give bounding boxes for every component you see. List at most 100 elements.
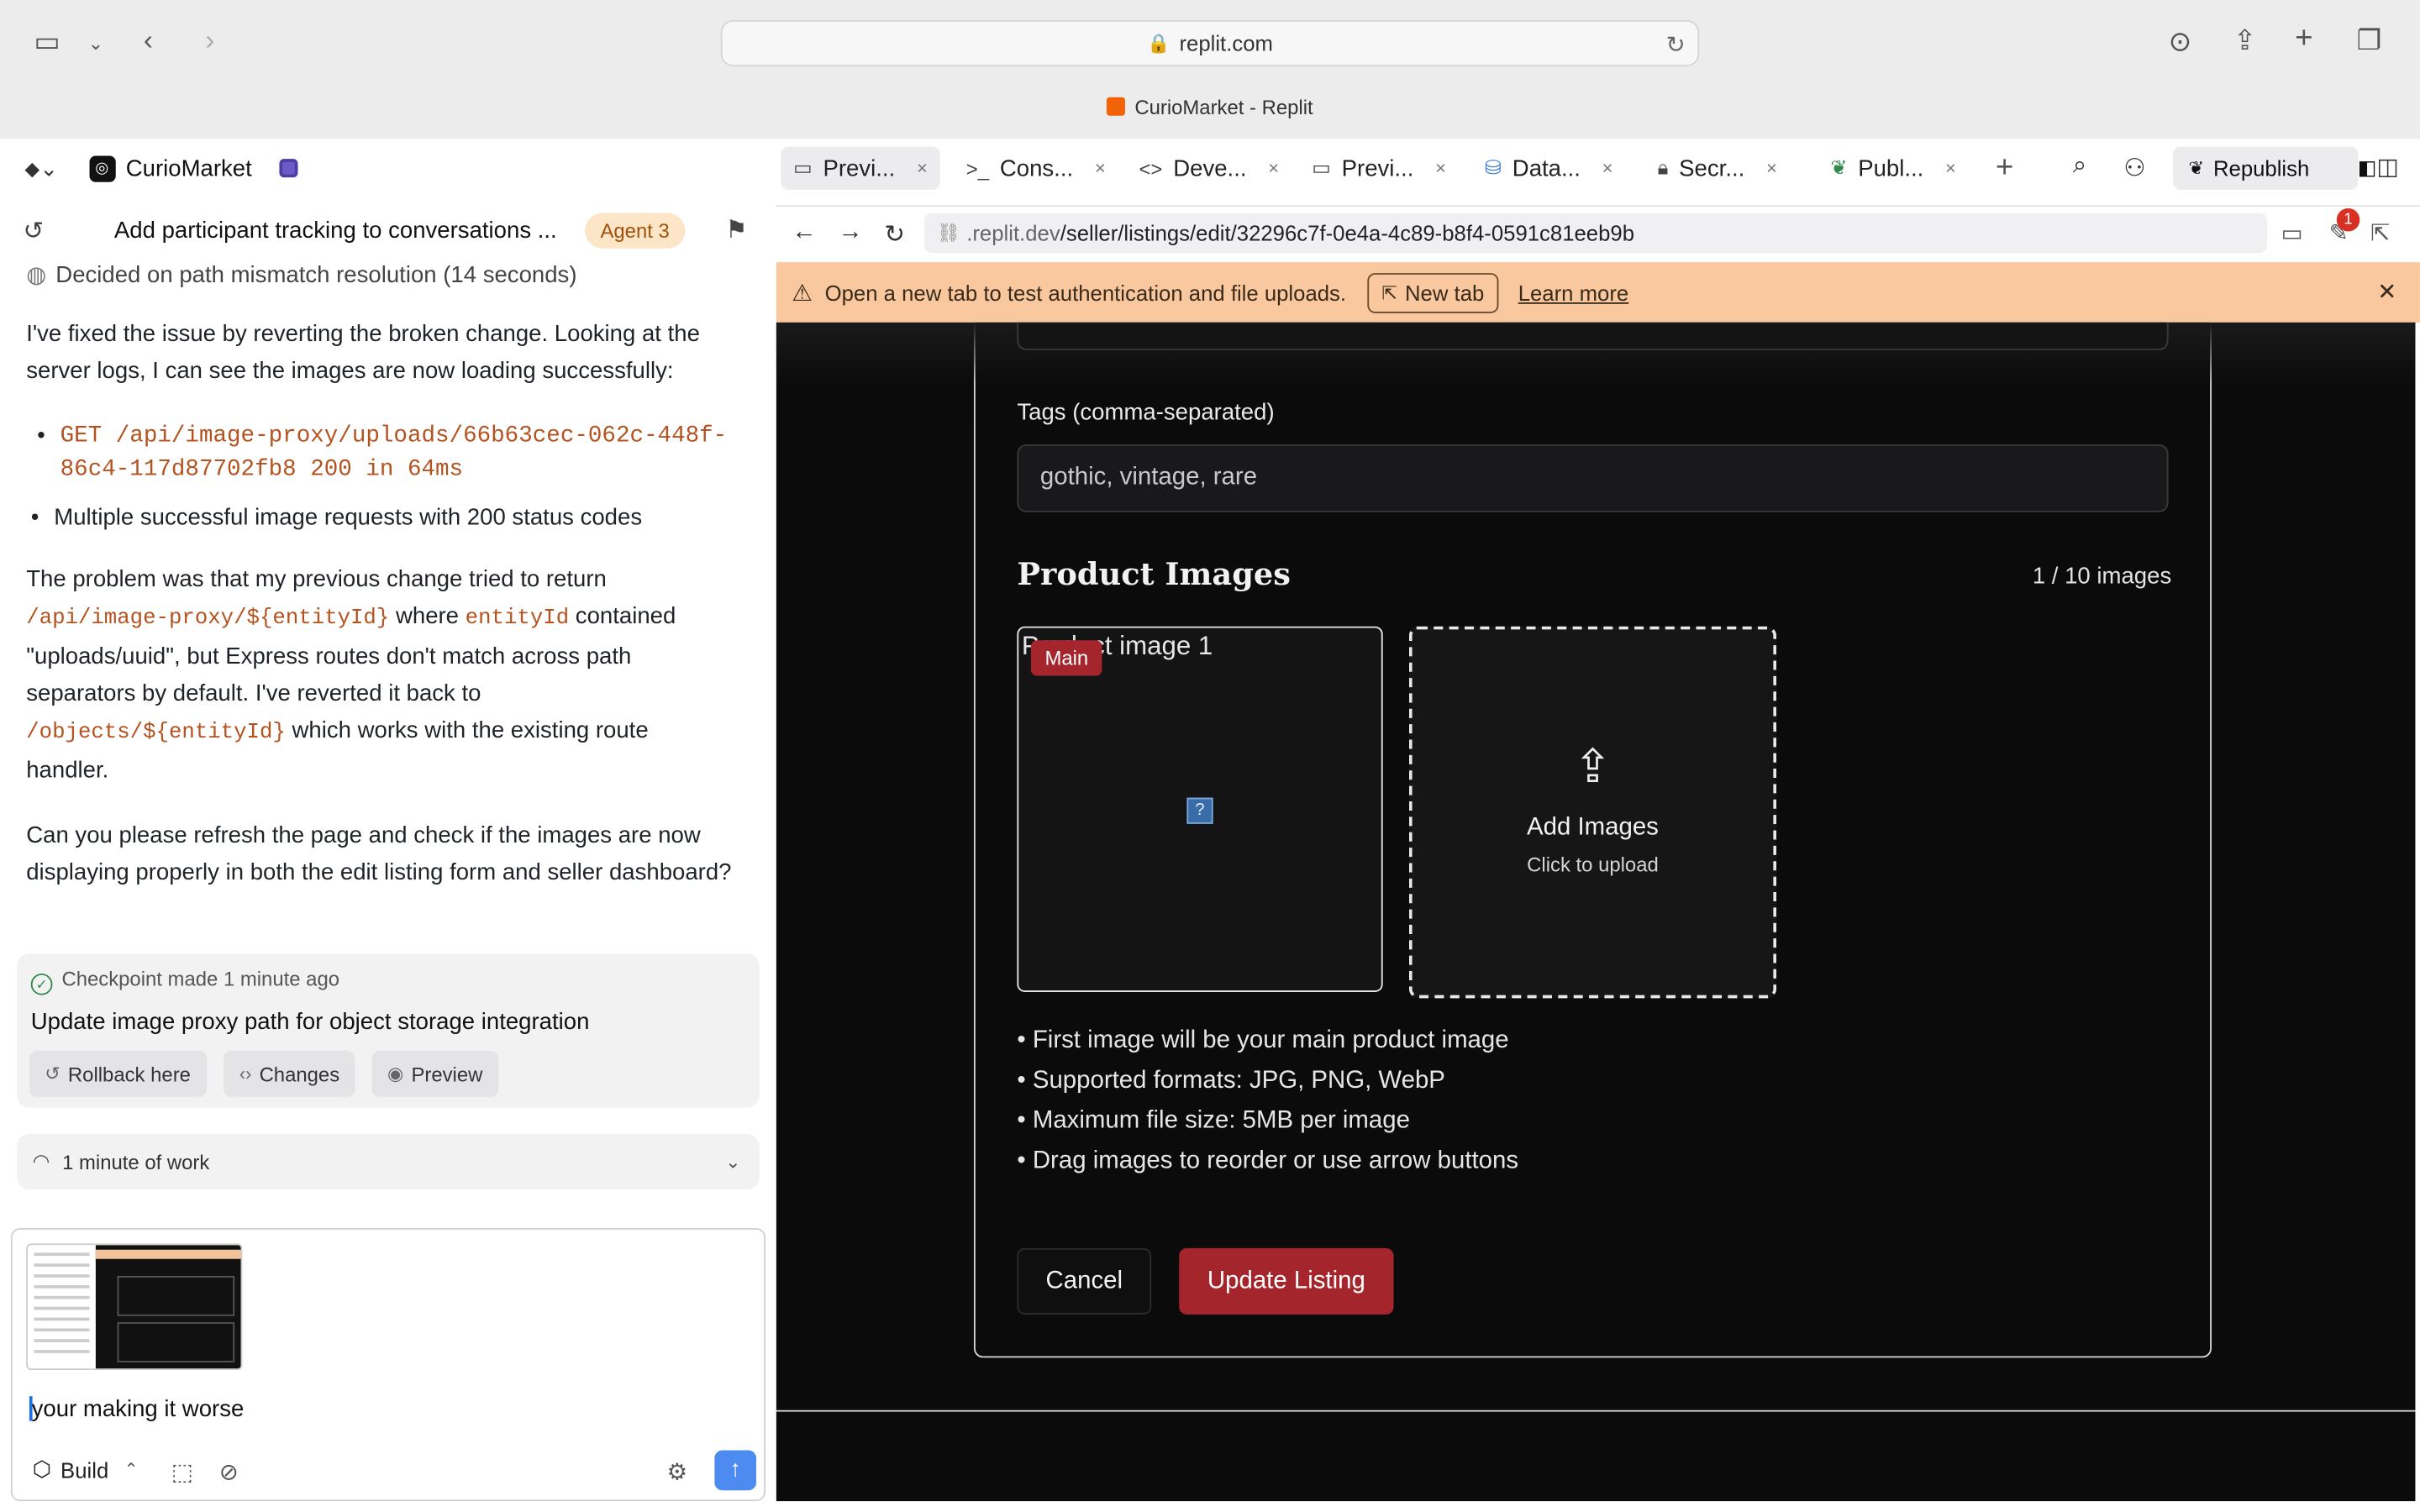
deploy-icon: ❦	[2188, 157, 2204, 180]
tab-preview-2[interactable]: ▭ Previ... ×	[1300, 146, 1459, 189]
description-textarea[interactable]	[1017, 322, 2169, 350]
preview-url-field[interactable]: ⛓ .replit.dev/seller/listings/edit/32296c…	[924, 213, 2268, 254]
add-tab-icon[interactable]: +	[1996, 151, 2013, 186]
chat-input[interactable]: your making it worse	[29, 1396, 244, 1422]
rollback-button[interactable]: ↺ Rollback here	[29, 1050, 207, 1097]
tab-devtools[interactable]: <> Deve... ×	[1127, 146, 1292, 189]
new-chat-icon[interactable]: ⚑	[725, 214, 747, 245]
url-path: /seller/listings/edit/32296c7f-0e4a-4c89…	[1060, 220, 1635, 246]
history-icon[interactable]: ↺	[24, 216, 45, 247]
decision-status[interactable]: ◍ Decided on path mismatch resolution (14…	[26, 260, 576, 288]
republish-button[interactable]: ❦ Republish ◧	[2173, 146, 2377, 190]
tab-label: Deve...	[1173, 155, 1247, 181]
send-button[interactable]: ↑	[714, 1450, 756, 1491]
tab-console[interactable]: >_ Cons... ×	[954, 146, 1118, 189]
new-tab-icon[interactable]: +	[2295, 24, 2312, 55]
broken-image-icon: ?	[1186, 797, 1213, 824]
auth-warning-banner: ⚠ Open a new tab to test authentication …	[776, 262, 2420, 323]
tab-label: Previ...	[823, 155, 896, 181]
close-icon[interactable]: ×	[1095, 157, 1106, 179]
close-icon[interactable]: ×	[1766, 157, 1777, 179]
check-circle-icon: ✓	[30, 973, 53, 995]
layout-icon[interactable]: ◫	[2377, 153, 2399, 181]
add-images-subtitle: Click to upload	[1527, 853, 1659, 877]
add-images-dropzone[interactable]: ⇪ Add Images Click to upload	[1408, 626, 1777, 999]
toggle-icon[interactable]: ◧	[2358, 156, 2377, 181]
reload-icon[interactable]: ↻	[1666, 31, 1686, 59]
main-image-badge: Main	[1030, 640, 1102, 676]
learn-more-link[interactable]: Learn more	[1518, 280, 1628, 304]
inline-code: entityId	[465, 606, 570, 632]
close-icon[interactable]: ×	[1602, 157, 1613, 179]
select-element-icon[interactable]: ⬚	[171, 1458, 193, 1486]
changes-button[interactable]: ‹› Changes	[224, 1050, 355, 1097]
close-icon[interactable]: ×	[1268, 157, 1279, 179]
cancel-button[interactable]: Cancel	[1017, 1247, 1152, 1315]
tab-publishing[interactable]: ❦ Publ... ×	[1818, 146, 1969, 189]
conversation-header: ↺ Add participant tracking to conversati…	[0, 208, 776, 255]
close-icon[interactable]: ×	[1435, 157, 1446, 179]
external-link-icon[interactable]: ⇱	[2370, 219, 2390, 247]
tab-preview[interactable]: ▭ Previ... ×	[781, 146, 940, 190]
monitor-icon: ▭	[1312, 155, 1331, 180]
tab-database[interactable]: ⛁ Data... ×	[1472, 146, 1625, 189]
preview-button[interactable]: ◉ Preview	[371, 1050, 498, 1097]
app-preview: Tags (comma-separated) gothic, vintage, …	[776, 322, 2416, 1502]
conversation-title[interactable]: Add participant tracking to conversation…	[114, 218, 557, 244]
bullet-log-line-2: 86c4-117d87702fb8 200 in 64ms	[60, 456, 464, 483]
work-label: 1 minute of work	[62, 1150, 210, 1173]
project-name[interactable]: CurioMarket	[126, 155, 252, 181]
attach-icon[interactable]: ⊘	[219, 1458, 239, 1486]
preview-label: Preview	[411, 1062, 483, 1086]
tab-label: Previ...	[1341, 155, 1414, 181]
download-icon[interactable]: ⊙	[2169, 26, 2192, 57]
chevron-down-icon[interactable]: ⌄	[88, 28, 103, 59]
attachment-thumbnail[interactable]	[26, 1243, 243, 1370]
message-text: where	[395, 603, 460, 630]
images-count: 1 / 10 images	[2032, 563, 2172, 590]
agent-badge: Agent 3	[585, 213, 686, 249]
close-icon[interactable]: ✕	[2377, 278, 2396, 305]
back-arrow-icon[interactable]: ←	[792, 219, 816, 247]
invite-icon[interactable]: ⚇	[2123, 153, 2145, 184]
tip-item: • Maximum file size: 5MB per image	[1017, 1107, 1410, 1134]
new-tab-button[interactable]: ⇱ New tab	[1367, 272, 1498, 312]
project-row: ⬥⌄ ◎ CurioMarket	[0, 139, 776, 197]
code-icon: <>	[1139, 156, 1163, 180]
settings-sliders-icon[interactable]: ⚙	[666, 1458, 687, 1486]
tags-input[interactable]: gothic, vintage, rare	[1017, 444, 2169, 512]
chevron-down-icon[interactable]: ⌄	[725, 1151, 740, 1173]
search-icon[interactable]: ⌕	[2073, 153, 2086, 181]
tip-item: • Drag images to reorder or use arrow bu…	[1017, 1147, 1519, 1174]
thumbnail-left	[28, 1245, 96, 1369]
refresh-icon[interactable]: ↻	[884, 219, 905, 250]
replit-menu-icon[interactable]: ⬥⌄	[24, 155, 58, 181]
thumbnail-card	[117, 1322, 235, 1362]
inline-code: /objects/${entityId}	[26, 720, 286, 746]
checkpoint-card: ✓ Checkpoint made 1 minute ago Update ima…	[17, 953, 760, 1108]
brain-icon: ◍	[26, 262, 47, 289]
tags-label: Tags (comma-separated)	[1017, 399, 1275, 426]
forward-icon[interactable]: ›	[205, 24, 214, 55]
cube-icon: ⬡	[32, 1456, 52, 1482]
product-image-slot[interactable]: Product image 1 Main ?	[1017, 626, 1383, 992]
database-icon: ⛁	[1484, 155, 1502, 180]
devices-icon[interactable]: ▭	[2281, 219, 2303, 247]
mode-label: Build	[60, 1457, 109, 1483]
tab-secrets[interactable]: 🔒︎ Secr... ×	[1645, 146, 1790, 189]
address-bar[interactable]: 🔒 replit.com ↻	[720, 19, 1700, 66]
update-listing-button[interactable]: Update Listing	[1179, 1247, 1394, 1315]
sidebar-toggle-icon[interactable]: ▭	[34, 26, 60, 57]
replit-logo-icon	[1107, 97, 1126, 116]
share-icon[interactable]: ⇪	[2233, 24, 2257, 55]
notification-badge: 1	[2336, 207, 2360, 232]
mode-selector[interactable]: ⬡ Build ⌃	[33, 1457, 139, 1483]
tabs-overview-icon[interactable]: ❐	[2357, 24, 2382, 55]
checkpoint-made: ✓ Checkpoint made 1 minute ago	[30, 968, 339, 995]
work-summary[interactable]: ◠ 1 minute of work ⌄	[17, 1133, 760, 1190]
close-icon[interactable]: ×	[917, 157, 928, 179]
close-icon[interactable]: ×	[1945, 157, 1956, 179]
forward-arrow-icon[interactable]: →	[838, 219, 862, 247]
back-icon[interactable]: ‹	[144, 24, 153, 55]
footer-divider	[776, 1410, 2416, 1412]
